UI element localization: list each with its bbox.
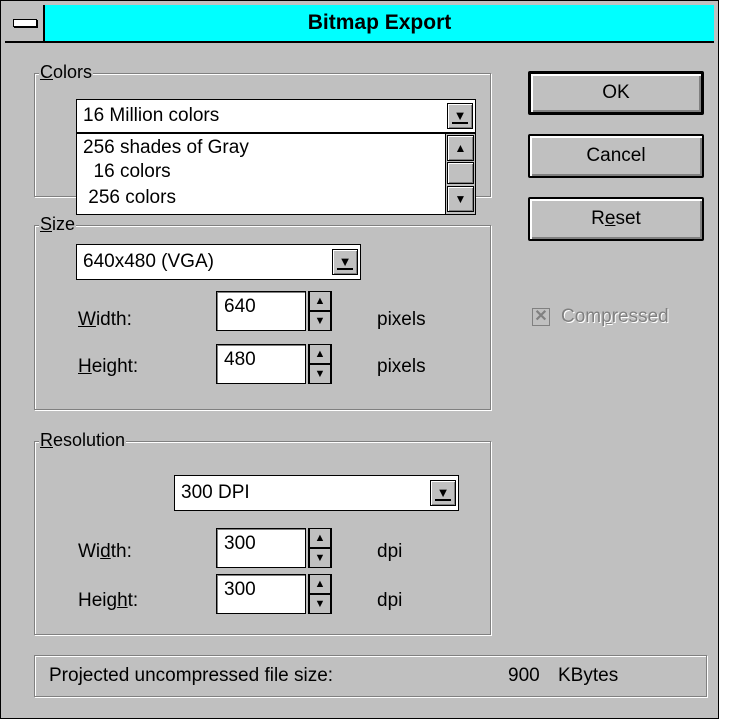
resolution-preset-value: 300 DPI — [181, 482, 250, 503]
list-item[interactable]: 256 shades of Gray — [83, 137, 249, 159]
arrow-up-icon[interactable]: ▲ — [310, 345, 330, 363]
colors-dropdown-list[interactable]: 256 shades of Gray 16 colors 256 colors … — [76, 133, 476, 215]
size-width-unit: pixels — [377, 309, 426, 330]
arrow-down-icon[interactable]: ▼ — [310, 549, 330, 567]
resolution-height-field[interactable]: 300 — [216, 574, 306, 614]
file-size-value: 900 — [508, 665, 540, 686]
arrow-up-icon[interactable]: ▲ — [310, 292, 330, 310]
resolution-dropdown-button[interactable]: ▼ — [430, 480, 456, 506]
arrow-down-underline-icon: ▼ — [434, 484, 452, 501]
arrow-up-icon: ▲ — [454, 141, 467, 155]
scroll-down-button[interactable]: ▼ — [447, 186, 474, 212]
size-width-stepper[interactable]: ▲ ▼ — [308, 291, 332, 331]
file-size-label: Projected uncompressed file size: — [49, 665, 334, 686]
dialog-title: Bitmap Export — [307, 11, 452, 34]
colors-combo[interactable]: 16 Million colors ▼ — [76, 99, 476, 133]
size-height-field[interactable]: 480 — [216, 344, 306, 384]
resolution-width-stepper[interactable]: ▲ ▼ — [308, 528, 332, 568]
size-height-unit: pixels — [377, 356, 426, 377]
arrow-down-icon: ▼ — [454, 192, 467, 206]
file-size-status: Projected uncompressed file size: 900 KB… — [34, 655, 707, 697]
list-item[interactable]: 256 colors — [83, 187, 176, 209]
size-width-label: Width: — [78, 309, 132, 330]
list-item[interactable]: 16 colors — [83, 161, 171, 183]
resolution-preset-combo[interactable]: 300 DPI ▼ — [174, 475, 459, 511]
arrow-down-icon[interactable]: ▼ — [310, 312, 330, 330]
resolution-height-stepper[interactable]: ▲ ▼ — [308, 574, 332, 614]
arrow-up-icon[interactable]: ▲ — [310, 529, 330, 547]
arrow-down-underline-icon: ▼ — [336, 253, 354, 270]
title-bar[interactable]: Bitmap Export — [5, 5, 714, 43]
resolution-width-label: Width: — [78, 541, 132, 562]
arrow-down-icon[interactable]: ▼ — [310, 365, 330, 383]
colors-legend: Colors — [39, 62, 94, 82]
bitmap-export-dialog: Bitmap Export Colors Size Resolution 16 … — [0, 0, 719, 719]
size-height-label: Height: — [78, 356, 139, 377]
resolution-height-label: Height: — [78, 590, 139, 611]
size-preset-combo[interactable]: 640x480 (VGA) ▼ — [76, 244, 361, 280]
scroll-thumb[interactable] — [447, 162, 474, 184]
colors-list-scrollbar[interactable]: ▲ ▼ — [445, 134, 475, 214]
scroll-up-button[interactable]: ▲ — [447, 135, 474, 161]
ok-button[interactable]: OK — [528, 71, 704, 115]
checkmark-x-icon: ✕ — [534, 308, 548, 325]
resolution-legend: Resolution — [39, 430, 127, 450]
size-width-field[interactable]: 640 — [216, 291, 306, 331]
arrow-down-icon[interactable]: ▼ — [310, 595, 330, 613]
colors-dropdown-button[interactable]: ▼ — [447, 103, 473, 129]
arrow-down-underline-icon: ▼ — [451, 107, 469, 124]
resolution-width-unit: dpi — [377, 541, 403, 562]
resolution-height-unit: dpi — [377, 590, 403, 611]
system-menu-button[interactable] — [5, 5, 45, 41]
compressed-label: Compressed — [561, 306, 669, 327]
reset-button[interactable]: Re set — [528, 197, 704, 241]
system-menu-icon — [13, 19, 37, 27]
size-dropdown-button[interactable]: ▼ — [332, 249, 358, 275]
size-legend: Size — [39, 214, 77, 234]
file-size-unit: KBytes — [558, 665, 619, 686]
compressed-checkbox[interactable]: ✕ — [532, 308, 550, 326]
size-height-stepper[interactable]: ▲ ▼ — [308, 344, 332, 384]
resolution-width-field[interactable]: 300 — [216, 528, 306, 568]
arrow-up-icon[interactable]: ▲ — [310, 575, 330, 593]
colors-selected-value: 16 Million colors — [83, 105, 220, 126]
cancel-button[interactable]: Cancel — [528, 134, 704, 178]
size-preset-value: 640x480 (VGA) — [83, 251, 214, 272]
